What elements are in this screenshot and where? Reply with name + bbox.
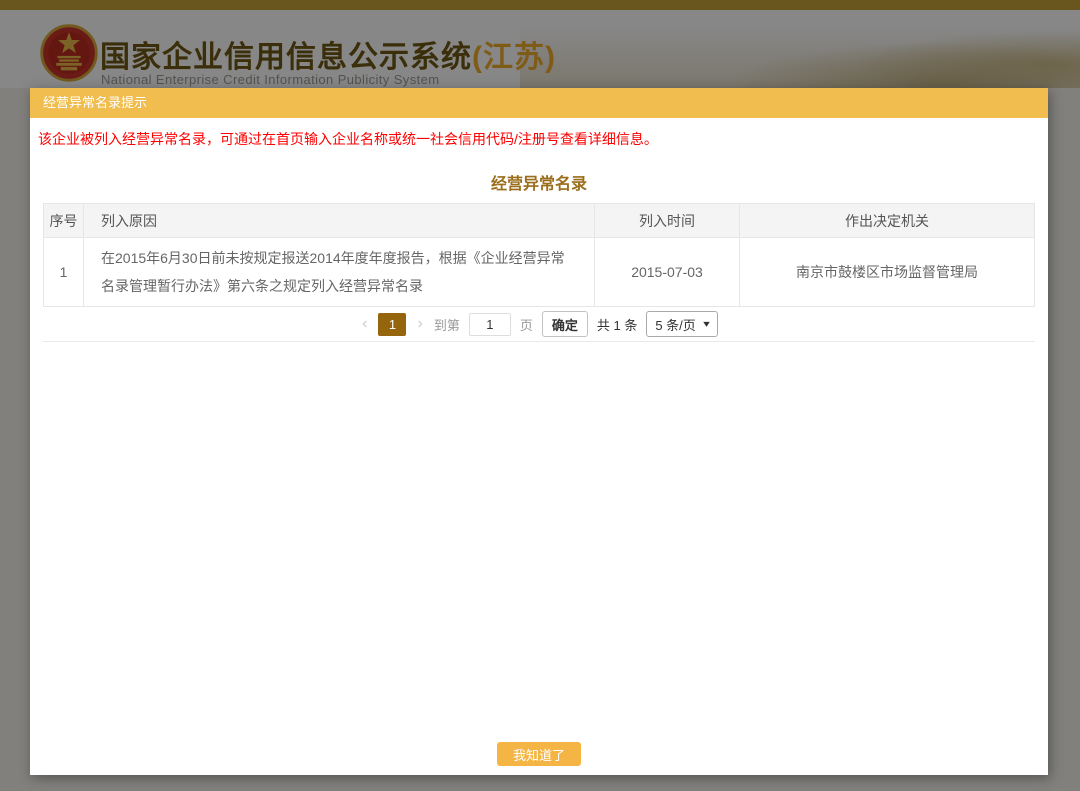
page-size-value: 5 条/页	[655, 315, 695, 334]
row-reason-cell: 在2015年6月30日前未按规定报送2014年度年度报告，根据《企业经营异常名录…	[84, 238, 595, 307]
column-header-date: 列入时间	[595, 204, 740, 238]
prev-page-icon[interactable]: ‹	[360, 316, 369, 332]
goto-page-confirm-button[interactable]: 确定	[542, 311, 588, 337]
modal-title: 经营异常名录提示	[30, 88, 1048, 118]
page-number-input[interactable]	[469, 313, 511, 336]
column-header-authority: 作出决定机关	[740, 204, 1035, 238]
goto-page-suffix-label: 页	[520, 315, 533, 334]
row-date-cell: 2015-07-03	[595, 238, 740, 307]
table-row: 1 在2015年6月30日前未按规定报送2014年度年度报告，根据《企业经营异常…	[44, 238, 1035, 307]
section-title: 经营异常名录	[30, 170, 1048, 194]
total-count-label: 共 1 条	[597, 315, 637, 334]
abnormal-table: 序号 列入原因 列入时间 作出决定机关 1 在2015年6月30日前未按规定报送…	[43, 203, 1035, 307]
abnormal-table-block: 序号 列入原因 列入时间 作出决定机关 1 在2015年6月30日前未按规定报送…	[43, 203, 1035, 342]
pagination-bar: ‹ 1 › 到第 页 确定 共 1 条 5 条/页 ▾	[43, 307, 1035, 342]
table-header-row: 序号 列入原因 列入时间 作出决定机关	[44, 204, 1035, 238]
current-page-button[interactable]: 1	[378, 313, 406, 336]
chevron-down-icon: ▾	[703, 319, 710, 330]
next-page-icon[interactable]: ›	[415, 316, 424, 332]
goto-page-prefix-label: 到第	[434, 315, 460, 334]
column-header-reason: 列入原因	[84, 204, 595, 238]
acknowledge-button[interactable]: 我知道了	[497, 742, 581, 766]
column-header-index: 序号	[44, 204, 84, 238]
abnormal-list-modal: 经营异常名录提示 该企业被列入经营异常名录，可通过在首页输入企业名称或统一社会信…	[30, 88, 1048, 775]
row-index-cell: 1	[44, 238, 84, 307]
row-authority-cell: 南京市鼓楼区市场监督管理局	[740, 238, 1035, 307]
page-size-select[interactable]: 5 条/页 ▾	[646, 311, 718, 337]
warning-text: 该企业被列入经营异常名录，可通过在首页输入企业名称或统一社会信用代码/注册号查看…	[38, 129, 1040, 149]
page: 国家企业信用信息公示系统(江苏) National Enterprise Cre…	[0, 0, 1080, 791]
